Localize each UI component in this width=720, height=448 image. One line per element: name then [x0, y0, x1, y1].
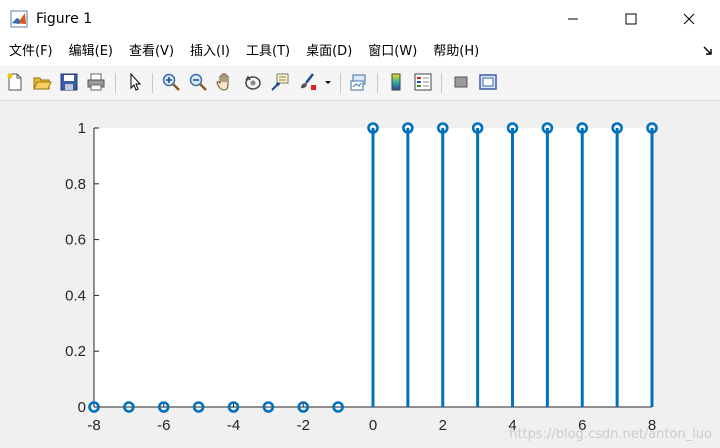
- close-icon: [683, 13, 695, 25]
- figure-canvas: -8 -6 -4 -2 0 2 4 6 8 0 0.2 0.4 0.6 0.8 1: [0, 101, 720, 448]
- open-file-button[interactable]: [31, 71, 53, 93]
- zoom-in-button[interactable]: [160, 71, 182, 93]
- menu-insert[interactable]: 插入(I): [182, 38, 238, 66]
- menu-edit[interactable]: 编辑(E): [61, 38, 121, 66]
- toolbar-separator: [441, 73, 442, 93]
- colorbar-icon: [391, 73, 401, 91]
- window-title: Figure 1: [36, 11, 93, 27]
- chevron-down-icon: [325, 81, 331, 84]
- x-tick-label: -8: [87, 417, 100, 434]
- toolbar-separator: [115, 73, 116, 93]
- minimize-button[interactable]: [550, 0, 596, 38]
- maximize-button[interactable]: [608, 0, 654, 38]
- rotate-3d-button[interactable]: [242, 71, 264, 93]
- y-tick-label: 0.2: [65, 343, 86, 360]
- y-tick-label: 0.8: [65, 176, 86, 193]
- x-tick-label: 2: [439, 417, 447, 434]
- show-plot-tools-icon: [479, 74, 497, 90]
- y-tick-label: 0.4: [65, 287, 86, 304]
- data-cursor-icon: [271, 73, 289, 91]
- data-cursor-button[interactable]: [269, 71, 291, 93]
- pan-hand-icon: [216, 73, 229, 91]
- y-tick-label: 1: [78, 120, 86, 137]
- maximize-icon: [625, 13, 637, 25]
- matlab-logo-icon: [10, 10, 28, 28]
- rotate-3d-icon: [245, 75, 261, 90]
- link-plot-icon: [350, 74, 366, 91]
- save-button[interactable]: [58, 71, 80, 93]
- hide-plot-tools-icon: [454, 76, 468, 88]
- legend-button[interactable]: [412, 71, 434, 93]
- y-tick-label: 0.6: [65, 232, 86, 249]
- menu-window[interactable]: 窗口(W): [360, 38, 425, 66]
- minimize-icon: [568, 18, 578, 20]
- close-button[interactable]: [666, 0, 712, 38]
- legend-icon: [414, 73, 432, 91]
- new-figure-button[interactable]: [4, 71, 26, 93]
- brush-icon: [301, 73, 316, 90]
- print-icon: [87, 73, 105, 91]
- hide-plot-tools-button[interactable]: [450, 71, 472, 93]
- menu-view[interactable]: 查看(V): [121, 38, 182, 66]
- toolbar-separator: [340, 73, 341, 93]
- stem-plot[interactable]: -8 -6 -4 -2 0 2 4 6 800.20.40.60.81: [0, 101, 720, 448]
- toolbar-separator: [152, 73, 153, 93]
- dock-arrow-icon[interactable]: [702, 44, 714, 58]
- x-tick-label: 0: [369, 417, 377, 434]
- watermark-text: https://blog.csdn.net/anton_luo: [509, 427, 712, 442]
- menu-tools[interactable]: 工具(T): [238, 38, 298, 66]
- x-tick-label: -4: [227, 417, 240, 434]
- y-tick-label: 0: [78, 399, 86, 416]
- figure-toolbar: [0, 66, 720, 101]
- select-arrow-button[interactable]: [124, 71, 146, 93]
- toolbar-separator: [377, 73, 378, 93]
- x-tick-label: -2: [297, 417, 310, 434]
- print-button[interactable]: [85, 71, 107, 93]
- menu-bar: 文件(F) 编辑(E) 查看(V) 插入(I) 工具(T) 桌面(D) 窗口(W…: [0, 38, 720, 66]
- zoom-out-icon: [189, 73, 207, 91]
- select-arrow-icon: [130, 72, 142, 91]
- zoom-out-button[interactable]: [187, 71, 209, 93]
- brush-button[interactable]: [296, 71, 318, 93]
- save-icon: [60, 73, 78, 91]
- zoom-in-icon: [162, 73, 180, 91]
- menu-desktop[interactable]: 桌面(D): [298, 38, 360, 66]
- menu-file[interactable]: 文件(F): [0, 38, 61, 66]
- open-file-icon: [33, 77, 52, 90]
- new-figure-icon: [7, 73, 22, 91]
- pan-button[interactable]: [214, 71, 236, 93]
- colorbar-button[interactable]: [385, 71, 407, 93]
- x-tick-label: -6: [157, 417, 170, 434]
- link-plot-button[interactable]: [348, 71, 370, 93]
- menu-help[interactable]: 帮助(H): [425, 38, 487, 66]
- show-plot-tools-button[interactable]: [477, 71, 499, 93]
- brush-dropdown[interactable]: [321, 71, 335, 93]
